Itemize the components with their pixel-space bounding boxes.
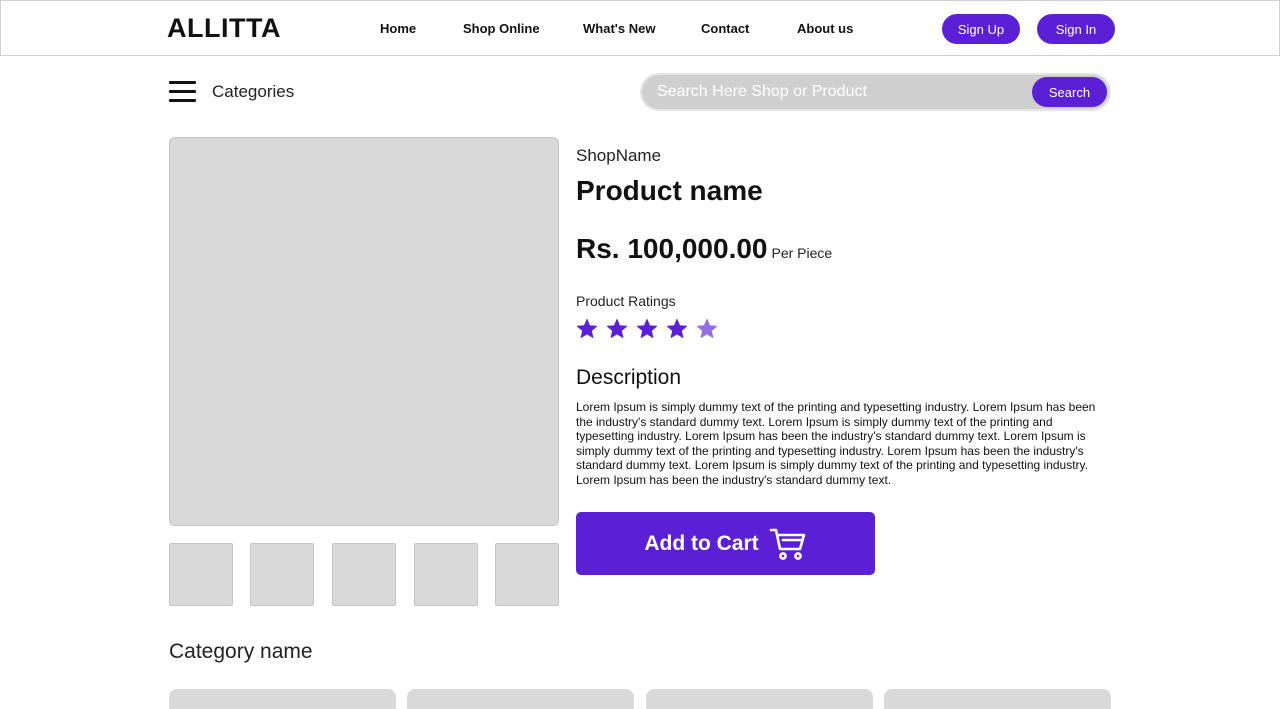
star-filled-icon <box>577 318 597 338</box>
product-thumbnail[interactable] <box>250 543 314 606</box>
star-filled-icon <box>667 318 687 338</box>
nav-home[interactable]: Home <box>380 21 416 36</box>
cart-icon <box>769 528 805 560</box>
sign-up-button[interactable]: Sign Up <box>942 14 1020 44</box>
product-price: Rs. 100,000.00 <box>576 233 768 264</box>
add-to-cart-button[interactable]: Add to Cart <box>576 512 875 575</box>
category-name-heading: Category name <box>169 640 313 663</box>
product-main-image <box>169 137 559 526</box>
nav-shop-online[interactable]: Shop Online <box>463 21 540 36</box>
product-thumbnail[interactable] <box>169 543 233 606</box>
description-text: Lorem Ipsum is simply dummy text of the … <box>576 400 1096 487</box>
price-row: Rs. 100,000.00 Per Piece <box>576 233 832 265</box>
shop-name[interactable]: ShopName <box>576 146 661 166</box>
nav-whats-new[interactable]: What's New <box>583 21 655 36</box>
nav-about-us[interactable]: About us <box>797 21 853 36</box>
star-filled-icon <box>607 318 627 338</box>
product-thumbnail[interactable] <box>414 543 478 606</box>
search-bar: Search <box>640 73 1111 111</box>
star-rating <box>576 318 726 340</box>
category-product-card[interactable] <box>646 689 873 709</box>
search-button[interactable]: Search <box>1032 77 1107 107</box>
category-product-card[interactable] <box>884 689 1111 709</box>
star-half-icon <box>697 318 717 338</box>
product-name: Product name <box>576 175 763 206</box>
add-to-cart-label: Add to Cart <box>644 531 759 555</box>
product-thumbnail[interactable] <box>495 543 559 606</box>
description-title: Description <box>576 366 682 389</box>
categories-label[interactable]: Categories <box>212 82 294 102</box>
category-product-card[interactable] <box>169 689 396 709</box>
nav-contact[interactable]: Contact <box>701 21 749 36</box>
star-filled-icon <box>637 318 657 338</box>
category-product-card[interactable] <box>407 689 634 709</box>
hamburger-icon[interactable] <box>169 81 196 103</box>
sign-in-button[interactable]: Sign In <box>1037 14 1115 44</box>
price-unit: Per Piece <box>771 245 833 261</box>
product-thumbnail[interactable] <box>332 543 396 606</box>
search-input[interactable] <box>657 75 1027 109</box>
top-navbar: ALLITTA Home Shop Online What's New Cont… <box>0 0 1280 56</box>
brand-logo[interactable]: ALLITTA <box>167 13 281 44</box>
ratings-label: Product Ratings <box>576 293 676 309</box>
